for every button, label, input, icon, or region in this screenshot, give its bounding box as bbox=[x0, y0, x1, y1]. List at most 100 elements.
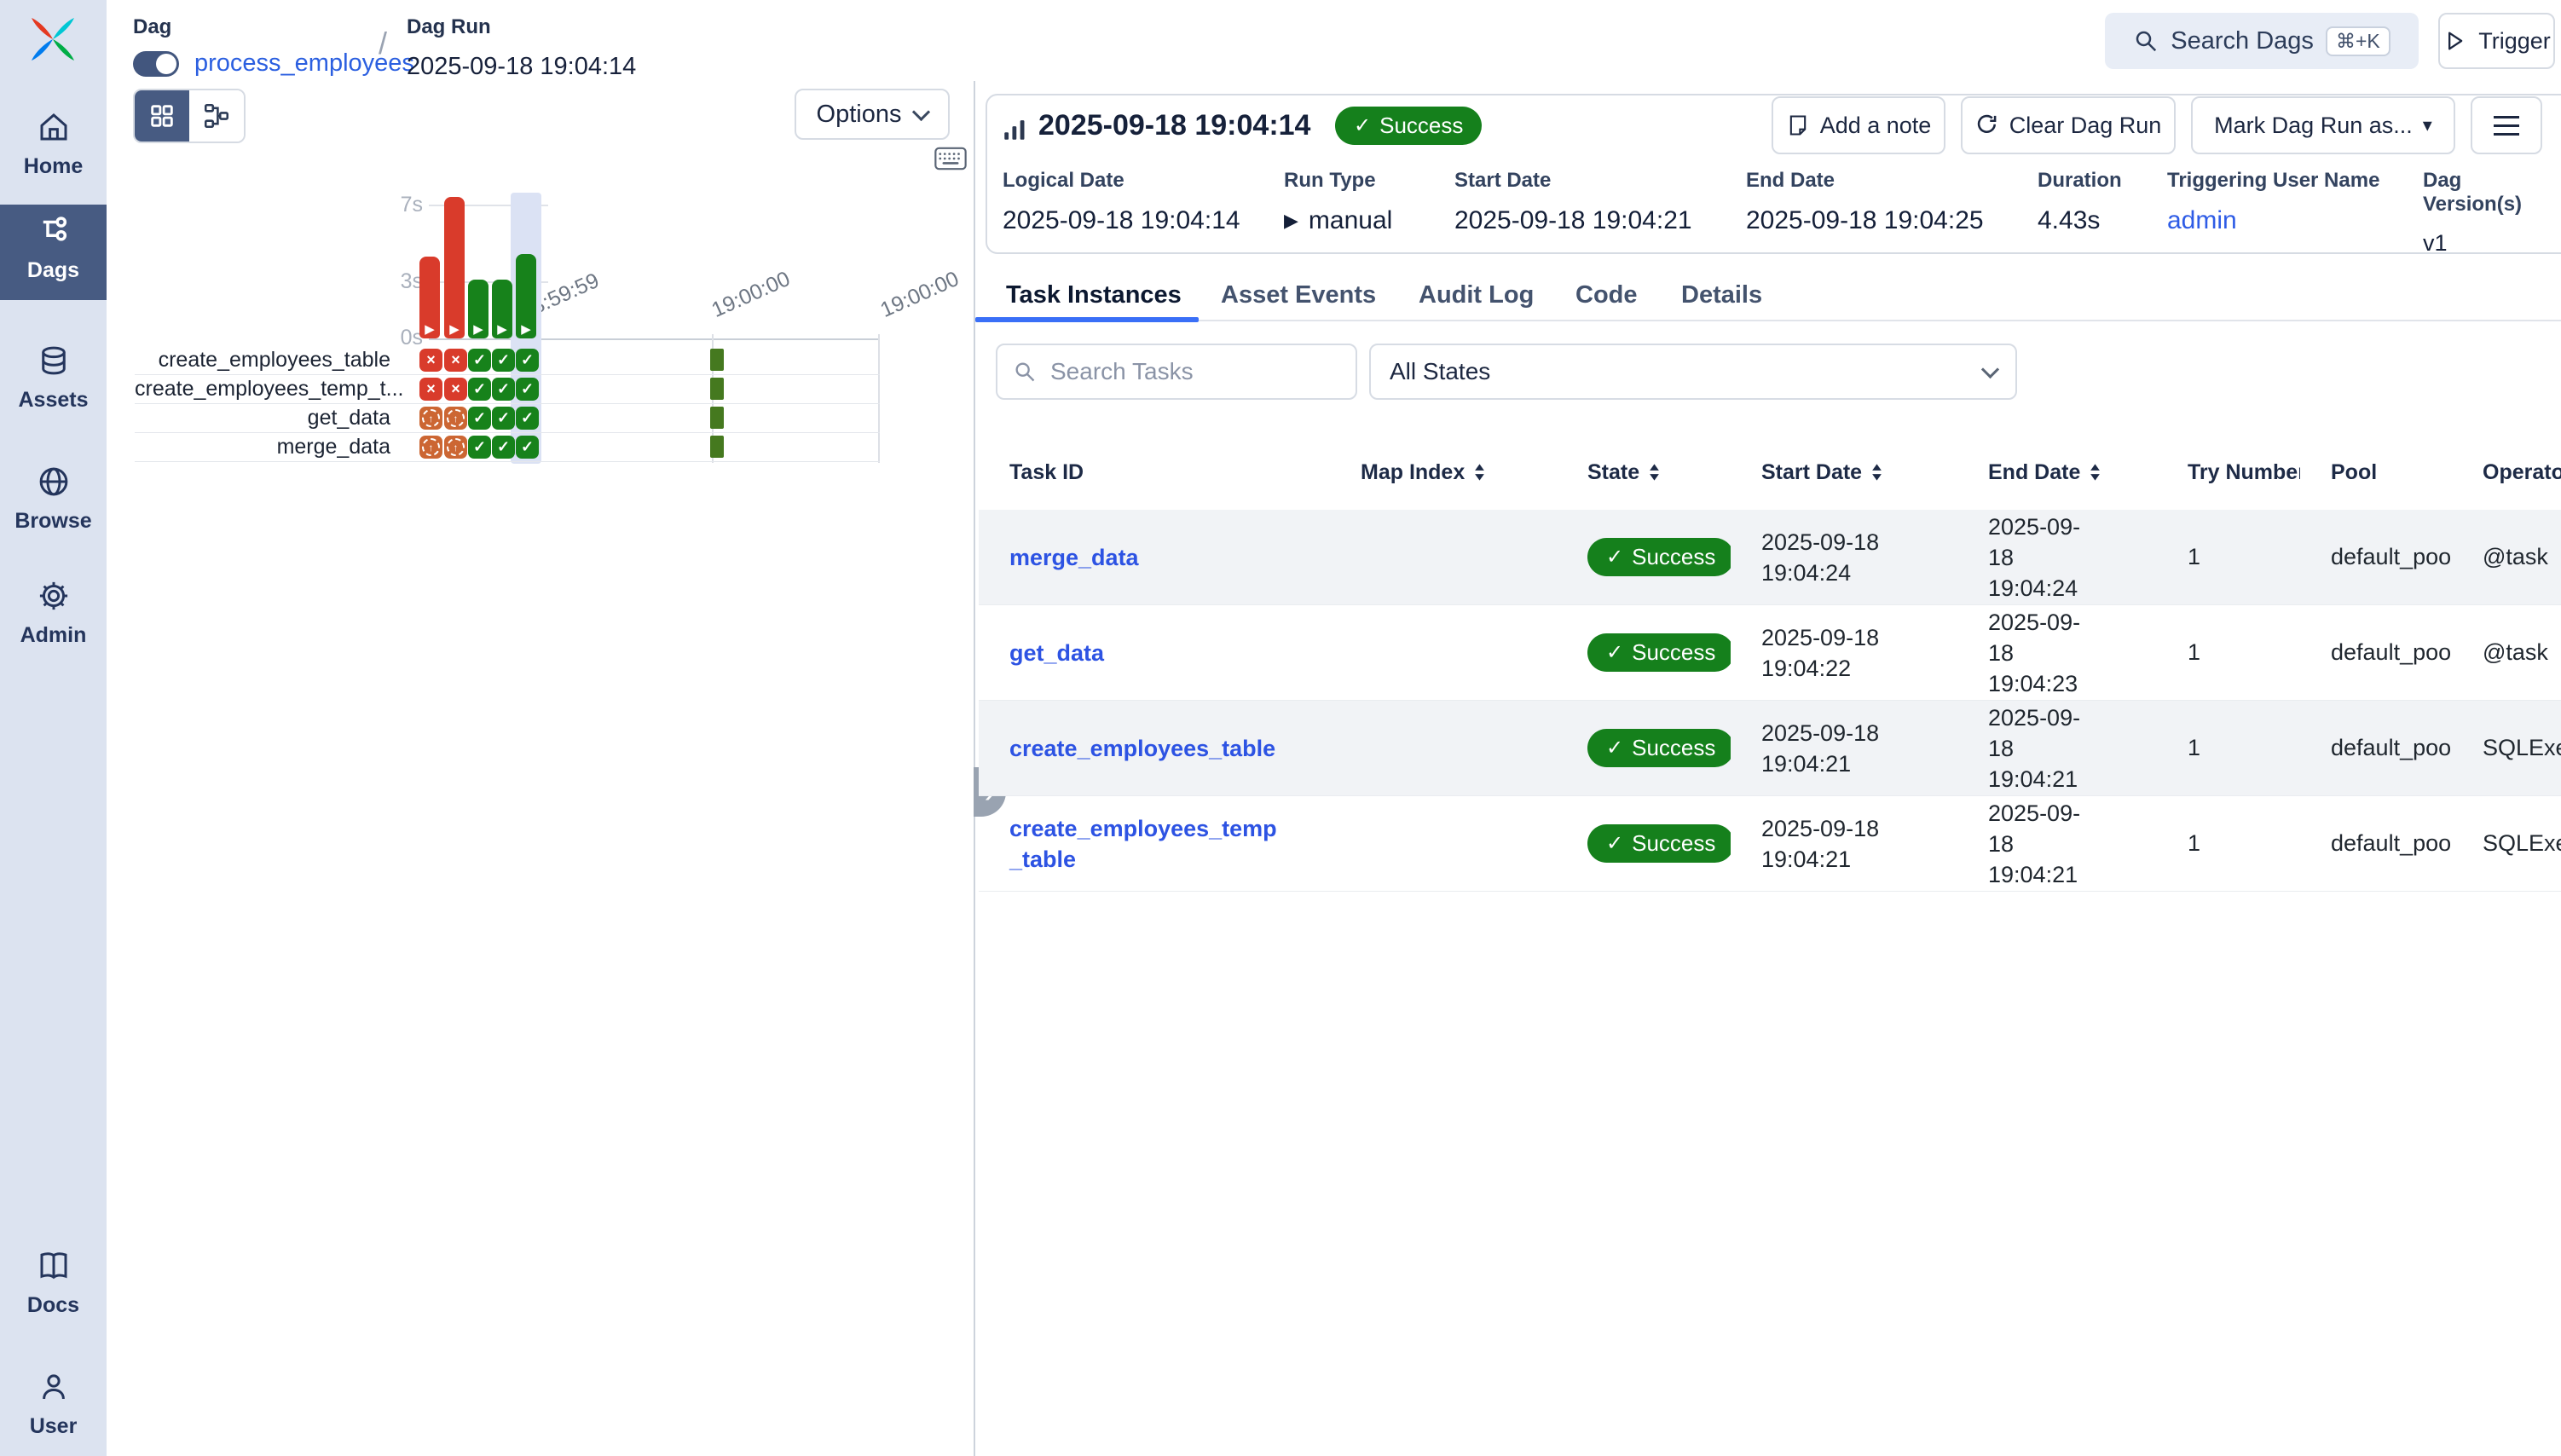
dag-run-title: 2025-09-18 19:04:14 bbox=[1038, 109, 1310, 142]
upstream-failed-glyph: ↑ bbox=[422, 438, 440, 456]
clear-dag-run-button[interactable]: Clear Dag Run bbox=[1961, 96, 2176, 154]
tab-task-instances[interactable]: Task Instances bbox=[1006, 281, 1182, 309]
play-icon: ▶ bbox=[444, 321, 465, 337]
field-dag-versions: Dag Version(s) v1 bbox=[2423, 169, 2561, 257]
play-icon: ▶ bbox=[419, 321, 440, 337]
column-header-map-index: Map Index bbox=[1330, 460, 1557, 485]
table-row: create_employees_temp_table✓Success2025-… bbox=[979, 796, 2561, 892]
dag-run-grid: ▶▶▶▶▶create_employees_table××✓✓✓create_e… bbox=[0, 0, 974, 1456]
table-row: get_data✓Success2025-09-18 19:04:222025-… bbox=[979, 605, 2561, 701]
field-end-date: End Date 2025-09-18 19:04:25 bbox=[1746, 169, 1984, 235]
task-state-upstream-failed-icon[interactable]: ↑ bbox=[444, 407, 467, 430]
grid-task-label[interactable]: get_data bbox=[135, 403, 390, 432]
pool-cell: default_pool bbox=[2300, 639, 2452, 666]
run-status-label: Success bbox=[1379, 113, 1463, 139]
task-state-badge: ✓Success bbox=[1587, 538, 1731, 576]
start-date-cell: 2025-09-18 19:04:24 bbox=[1731, 527, 1957, 588]
tab-asset-events[interactable]: Asset Events bbox=[1221, 281, 1376, 309]
operator-cell: @task bbox=[2452, 544, 2561, 570]
task-state-success-icon[interactable]: ✓ bbox=[516, 349, 539, 372]
column-label: Operator bbox=[2483, 460, 2561, 485]
task-state-success-icon[interactable]: ✓ bbox=[468, 436, 491, 459]
end-date-cell: 2025-09-18 19:04:23 bbox=[1957, 607, 2157, 699]
task-state-failed-icon[interactable]: × bbox=[444, 378, 467, 401]
task-state-badge: ✓Success bbox=[1587, 729, 1731, 767]
sort-icon[interactable] bbox=[2089, 463, 2101, 482]
task-state-upstream-failed-icon[interactable]: ↑ bbox=[444, 436, 467, 459]
row-separator bbox=[135, 461, 880, 462]
run-duration-bar[interactable]: ▶ bbox=[419, 257, 440, 338]
task-state-success-icon[interactable]: ✓ bbox=[492, 349, 515, 372]
sort-icon[interactable] bbox=[1648, 463, 1661, 482]
task-id-link[interactable]: create_employees_temp_table bbox=[979, 813, 1330, 875]
check-icon: ✓ bbox=[1606, 545, 1623, 569]
start-date-cell: 2025-09-18 19:04:21 bbox=[1731, 718, 1957, 779]
add-note-button[interactable]: Add a note bbox=[1772, 96, 1945, 154]
task-id-link[interactable]: get_data bbox=[979, 638, 1330, 668]
gantt-task-bar[interactable] bbox=[710, 378, 724, 400]
task-search-input[interactable] bbox=[1049, 357, 1325, 386]
grid-task-label[interactable]: create_employees_table bbox=[135, 345, 390, 374]
task-state-success-icon[interactable]: ✓ bbox=[468, 378, 491, 401]
tab-details[interactable]: Details bbox=[1681, 281, 1762, 309]
run-menu-button[interactable] bbox=[2471, 96, 2542, 154]
task-id-link[interactable]: merge_data bbox=[979, 542, 1330, 573]
check-icon: ✓ bbox=[1606, 640, 1623, 665]
task-state-failed-icon[interactable]: × bbox=[444, 349, 467, 372]
task-state-upstream-failed-icon[interactable]: ↑ bbox=[419, 436, 442, 459]
task-state-badge: ✓Success bbox=[1587, 824, 1731, 863]
triggering-user-link[interactable]: admin bbox=[2167, 206, 2379, 235]
state-filter-select[interactable]: All States bbox=[1369, 344, 2017, 400]
task-state-success-icon[interactable]: ✓ bbox=[516, 436, 539, 459]
search-icon bbox=[2133, 28, 2159, 54]
run-duration-bar[interactable]: ▶ bbox=[516, 254, 536, 338]
task-state-success-icon[interactable]: ✓ bbox=[492, 407, 515, 430]
task-instances-table: Task IDMap IndexStateStart DateEnd DateT… bbox=[979, 435, 2561, 892]
column-label: Map Index bbox=[1361, 460, 1465, 485]
tab-audit-log[interactable]: Audit Log bbox=[1419, 281, 1534, 309]
tabs-underline bbox=[975, 320, 2561, 321]
airflow-dag-run-page: Home Dags Assets Browse Admin Docs User bbox=[0, 0, 2561, 1456]
sort-icon[interactable] bbox=[1473, 463, 1486, 482]
play-icon: ▶ bbox=[516, 321, 536, 337]
run-status-badge: ✓Success bbox=[1335, 107, 1482, 145]
task-id-link[interactable]: create_employees_table bbox=[979, 733, 1330, 764]
task-state-success-icon[interactable]: ✓ bbox=[468, 407, 491, 430]
play-icon: ▶ bbox=[1284, 210, 1298, 232]
column-label: End Date bbox=[1988, 460, 2080, 485]
trigger-button[interactable]: Trigger bbox=[2438, 13, 2555, 69]
gantt-task-bar[interactable] bbox=[710, 436, 724, 458]
task-state-upstream-failed-icon[interactable]: ↑ bbox=[419, 407, 442, 430]
clear-dag-run-label: Clear Dag Run bbox=[2009, 113, 2162, 139]
task-state-success-icon[interactable]: ✓ bbox=[516, 378, 539, 401]
state-cell: ✓Success bbox=[1557, 729, 1731, 767]
task-state-failed-icon[interactable]: × bbox=[419, 349, 442, 372]
operator-cell: @task bbox=[2452, 639, 2561, 666]
task-state-badge: ✓ Success bbox=[1587, 633, 1731, 672]
gantt-task-bar[interactable] bbox=[710, 349, 724, 371]
run-duration-bar[interactable]: ▶ bbox=[492, 280, 512, 338]
task-state-success-icon[interactable]: ✓ bbox=[516, 407, 539, 430]
play-outline-icon bbox=[2442, 29, 2466, 53]
sort-icon[interactable] bbox=[1870, 463, 1883, 482]
mark-dag-run-as-button[interactable]: Mark Dag Run as... ▾ bbox=[2191, 96, 2455, 154]
task-state-label: Success bbox=[1632, 639, 1715, 666]
run-duration-bar[interactable]: ▶ bbox=[444, 197, 465, 338]
task-state-failed-icon[interactable]: × bbox=[419, 378, 442, 401]
tab-code[interactable]: Code bbox=[1575, 281, 1638, 309]
task-state-success-icon[interactable]: ✓ bbox=[492, 436, 515, 459]
task-state-success-icon[interactable]: ✓ bbox=[468, 349, 491, 372]
task-state-label: Success bbox=[1632, 830, 1715, 857]
grid-task-label[interactable]: create_employees_temp_t... bbox=[135, 374, 390, 403]
column-label: Task ID bbox=[1009, 460, 1084, 485]
task-state-success-icon[interactable]: ✓ bbox=[492, 378, 515, 401]
add-note-label: Add a note bbox=[1820, 113, 1932, 139]
search-icon bbox=[1013, 360, 1037, 384]
search-dags-button[interactable]: Search Dags ⌘+K bbox=[2105, 13, 2419, 69]
try-number-cell: 1 bbox=[2157, 639, 2300, 666]
menu-icon bbox=[2494, 116, 2519, 118]
run-duration-bar[interactable]: ▶ bbox=[468, 280, 488, 338]
grid-task-label[interactable]: merge_data bbox=[135, 432, 390, 461]
gantt-task-bar[interactable] bbox=[710, 407, 724, 429]
column-header-try-number: Try Number bbox=[2157, 460, 2300, 485]
